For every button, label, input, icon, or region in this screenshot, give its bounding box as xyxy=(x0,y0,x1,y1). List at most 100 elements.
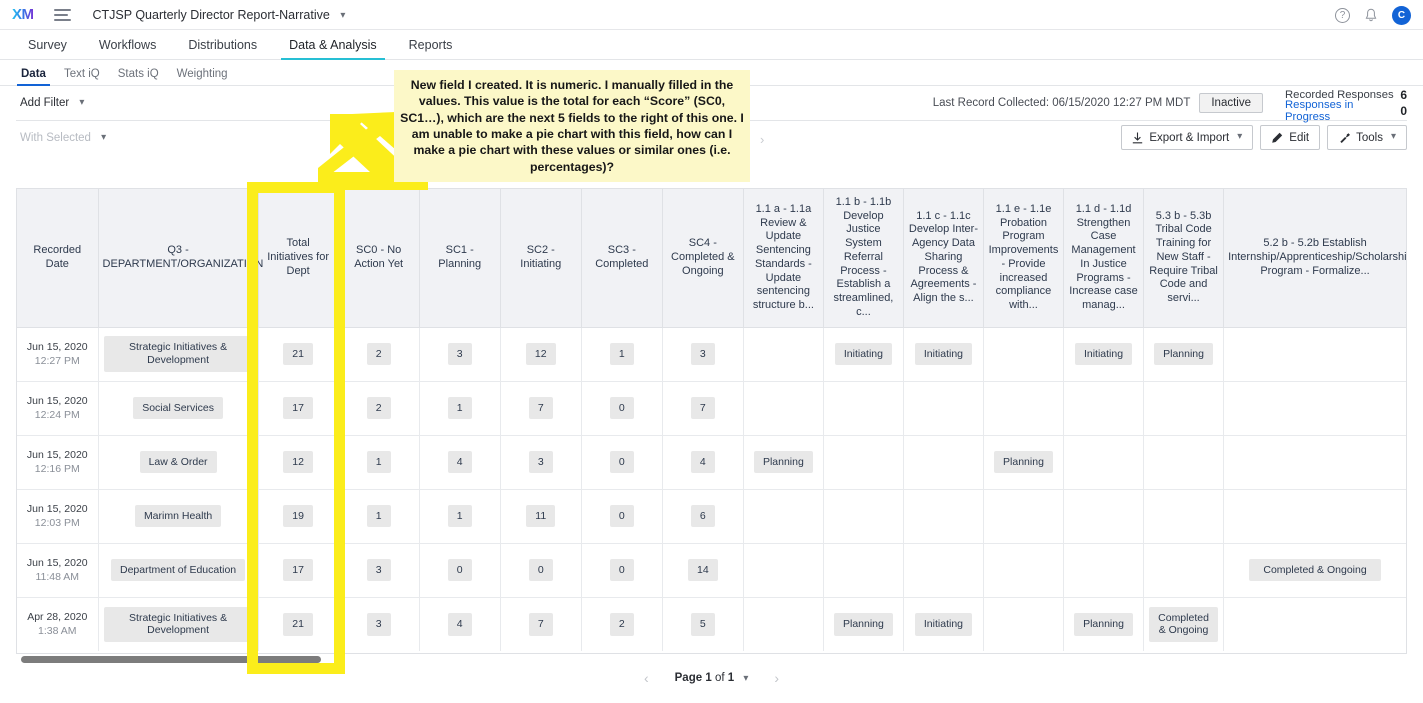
cell-52b xyxy=(1223,381,1406,436)
cell-sc1: 0 xyxy=(419,543,501,598)
cell-11e xyxy=(983,381,1065,436)
value-chip: 11 xyxy=(526,504,556,528)
value-chip: 0 xyxy=(528,558,553,582)
table-row[interactable]: Jun 15, 2020 12:27 PM Strategic Initiativ… xyxy=(17,327,1406,382)
value-chip: Marimn Health xyxy=(134,504,222,528)
tab-workflows[interactable]: Workflows xyxy=(83,38,172,59)
cell-11d xyxy=(1063,489,1145,544)
cell-11a xyxy=(743,381,824,436)
col-header-recorded-date[interactable]: Recorded Date xyxy=(17,189,99,328)
project-title-menu[interactable]: CTJSP Quarterly Director Report-Narrativ… xyxy=(93,8,346,22)
next-page-button[interactable]: › xyxy=(774,670,779,686)
with-selected-dropdown[interactable]: With Selected ▾ xyxy=(20,132,106,144)
cell-sc1: 3 xyxy=(419,327,501,382)
row-time: 12:27 PM xyxy=(34,355,80,367)
cell-recorded-date: Jun 15, 2020 12:24 PM xyxy=(17,381,99,436)
col-header-52b[interactable]: 5.2 b - 5.2b Establish Internship/Appren… xyxy=(1223,189,1406,328)
cell-11a xyxy=(743,489,824,544)
value-chip: 2 xyxy=(609,612,634,636)
cell-53b: Completed & Ongoing xyxy=(1143,597,1225,651)
cell-sc2: 7 xyxy=(500,597,582,651)
cell-recorded-date: Jun 15, 2020 11:48 AM xyxy=(17,543,99,598)
edit-button[interactable]: Edit xyxy=(1260,125,1321,150)
table-row[interactable]: Jun 15, 2020 11:48 AM Department of Educa… xyxy=(17,543,1406,598)
subtab-weighting[interactable]: Weighting xyxy=(168,68,237,85)
col-header-department[interactable]: Q3 - DEPARTMENT/ORGANIZATION xyxy=(98,189,263,328)
notifications-bell-icon[interactable] xyxy=(1364,8,1378,23)
hamburger-menu-icon[interactable] xyxy=(53,8,71,21)
col-header-sc3[interactable]: SC3 - Completed xyxy=(581,189,663,328)
scroll-right-chevron-icon[interactable]: › xyxy=(760,132,764,147)
table-row[interactable]: Jun 15, 2020 12:03 PM Marimn Health 19 1 … xyxy=(17,489,1406,544)
export-import-label: Export & Import xyxy=(1149,131,1230,144)
data-grid: Recorded Date Q3 - DEPARTMENT/ORGANIZATI… xyxy=(17,189,1406,651)
status-badge[interactable]: Inactive xyxy=(1199,93,1263,113)
user-avatar[interactable]: C xyxy=(1392,5,1411,25)
cell-11c: Initiating xyxy=(903,597,984,651)
cell-department: Law & Order xyxy=(98,435,259,490)
value-chip: 1 xyxy=(609,342,634,366)
table-row[interactable]: Jun 15, 2020 12:24 PM Social Services 17 … xyxy=(17,381,1406,436)
col-header-11e[interactable]: 1.1 e - 1.1e Probation Program Improveme… xyxy=(983,189,1065,328)
value-chip: 0 xyxy=(609,504,634,528)
cell-sc4: 3 xyxy=(662,327,744,382)
recorded-responses-value: 6 xyxy=(1400,88,1407,102)
value-chip: 0 xyxy=(609,558,634,582)
cell-sc3: 0 xyxy=(581,489,663,544)
xm-logo: XM xyxy=(12,6,34,23)
add-filter-button[interactable]: Add Filter ▾ xyxy=(20,97,84,109)
cell-11c xyxy=(903,381,984,436)
cell-sc4: 5 xyxy=(662,597,744,651)
value-chip: Completed & Ongoing xyxy=(1249,558,1381,582)
cell-11c xyxy=(903,435,984,490)
cell-sc0: 2 xyxy=(338,327,420,382)
col-header-11c[interactable]: 1.1 c - 1.1c Develop Inter-Agency Data S… xyxy=(903,189,984,328)
response-data-table[interactable]: Recorded Date Q3 - DEPARTMENT/ORGANIZATI… xyxy=(16,188,1407,654)
page-indicator[interactable]: Page 1 of 1 ▾ xyxy=(675,672,749,684)
help-icon[interactable]: ? xyxy=(1335,7,1350,23)
horizontal-scrollbar-track[interactable] xyxy=(16,654,1407,665)
col-header-total-initiatives[interactable]: Total Initiatives for Dept xyxy=(258,189,339,328)
responses-in-progress-link[interactable]: Responses in Progress xyxy=(1285,99,1400,123)
tab-distributions[interactable]: Distributions xyxy=(172,38,273,59)
tab-survey[interactable]: Survey xyxy=(12,38,83,59)
subtab-stats-iq[interactable]: Stats iQ xyxy=(109,68,168,85)
cell-sc0: 1 xyxy=(338,489,420,544)
chevron-down-icon: ▾ xyxy=(340,9,346,21)
cell-53b xyxy=(1143,381,1225,436)
table-row[interactable]: Jun 15, 2020 12:16 PM Law & Order 12 1 4 … xyxy=(17,435,1406,490)
col-header-sc4[interactable]: SC4 - Completed & Ongoing xyxy=(662,189,744,328)
col-header-sc1[interactable]: SC1 - Planning xyxy=(419,189,501,328)
horizontal-scrollbar-thumb[interactable] xyxy=(21,656,321,663)
cell-11c: Initiating xyxy=(903,327,984,382)
table-row[interactable]: Apr 28, 2020 1:38 AM Strategic Initiative… xyxy=(17,597,1406,651)
col-header-sc2[interactable]: SC2 - Initiating xyxy=(500,189,582,328)
page-label: Page xyxy=(674,672,703,684)
project-title-label: CTJSP Quarterly Director Report-Narrativ… xyxy=(92,7,330,22)
chevron-down-icon[interactable]: ▾ xyxy=(743,673,748,684)
export-import-button[interactable]: Export & Import ▾ xyxy=(1121,125,1254,150)
main-nav-tabs: Survey Workflows Distributions Data & An… xyxy=(0,30,1423,60)
table-toolbar: Export & Import ▾ Edit Tools ▾ xyxy=(1121,125,1407,150)
subtab-text-iq[interactable]: Text iQ xyxy=(55,68,109,85)
cell-sc2: 11 xyxy=(500,489,582,544)
cell-sc1: 4 xyxy=(419,435,501,490)
col-header-11a[interactable]: 1.1 a - 1.1a Review & Update Sentencing … xyxy=(743,189,824,328)
cell-sc1: 1 xyxy=(419,489,501,544)
col-header-11b[interactable]: 1.1 b - 1.1b Develop Justice System Refe… xyxy=(823,189,904,328)
value-chip: 2 xyxy=(366,396,391,420)
tools-button[interactable]: Tools ▾ xyxy=(1327,125,1407,150)
value-chip: Initiating xyxy=(834,342,892,366)
cell-11e xyxy=(983,543,1065,598)
tab-data-and-analysis[interactable]: Data & Analysis xyxy=(273,38,393,60)
chevron-down-icon: ▾ xyxy=(79,97,85,108)
tab-reports[interactable]: Reports xyxy=(393,38,469,59)
previous-page-button[interactable]: ‹ xyxy=(644,670,649,686)
row-date: Jun 15, 2020 xyxy=(26,340,88,353)
cell-11a: Planning xyxy=(743,435,824,490)
col-header-53b[interactable]: 5.3 b - 5.3b Tribal Code Training for Ne… xyxy=(1143,189,1225,328)
cell-sc2: 7 xyxy=(500,381,582,436)
col-header-11d[interactable]: 1.1 d - 1.1d Strengthen Case Management … xyxy=(1063,189,1145,328)
subtab-data[interactable]: Data xyxy=(12,68,55,86)
col-header-sc0[interactable]: SC0 - No Action Yet xyxy=(338,189,420,328)
